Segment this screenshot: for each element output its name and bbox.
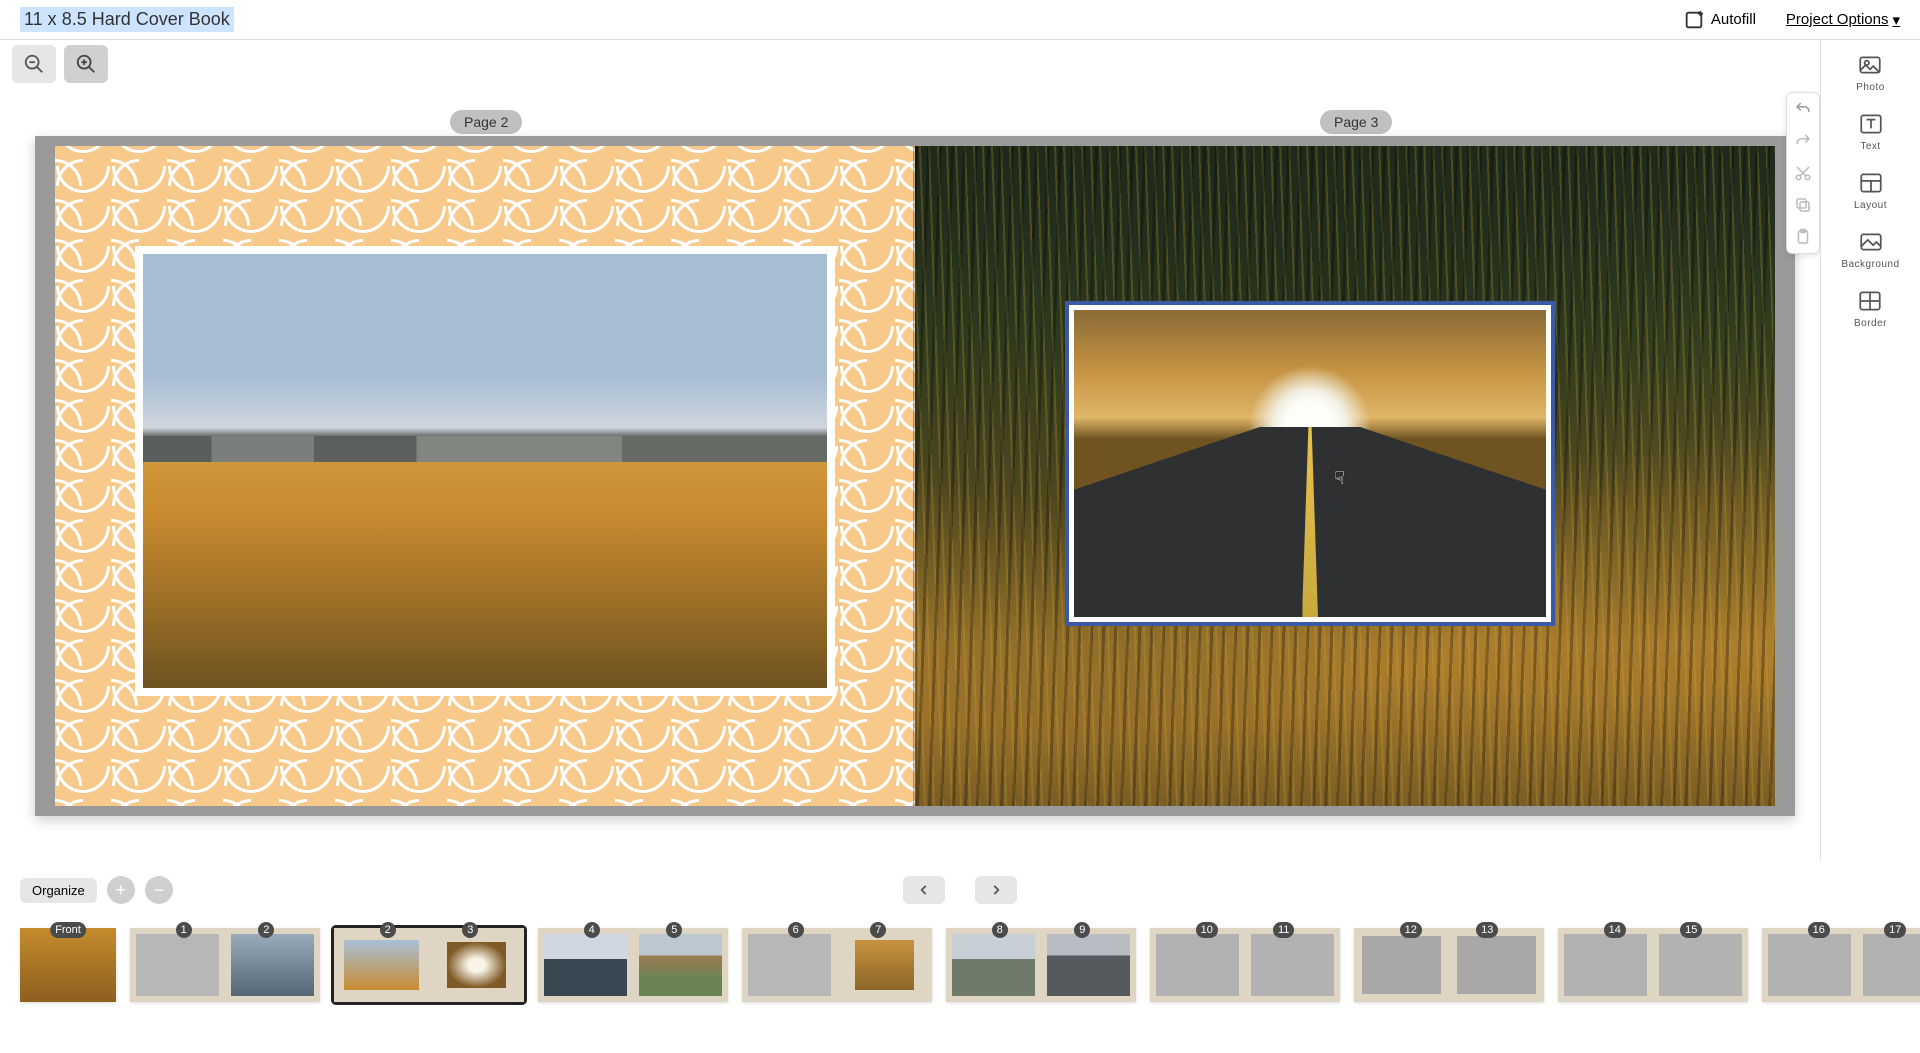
panel-text[interactable]: Text bbox=[1858, 111, 1884, 152]
page-label-left: Page 2 bbox=[450, 110, 522, 134]
thumbnail-badge-right: 11 bbox=[1273, 922, 1294, 938]
thumbnail-page-right bbox=[1245, 928, 1340, 1002]
thumbnail-front[interactable]: Front bbox=[20, 928, 116, 1002]
thumbnail-page-left bbox=[1354, 928, 1449, 1002]
right-panel: Photo Text Layout Background Border bbox=[1820, 40, 1920, 860]
book-spread: ☟ bbox=[35, 136, 1795, 816]
thumbnail-badge-left: 16 bbox=[1808, 922, 1830, 938]
left-photo-frame[interactable] bbox=[135, 246, 835, 696]
thumbnail-page-left bbox=[1150, 928, 1245, 1002]
chevron-down-icon: ▾ bbox=[1892, 11, 1900, 29]
left-photo[interactable] bbox=[143, 254, 827, 688]
autofill-label: Autofill bbox=[1711, 11, 1756, 28]
thumbnail-page-right bbox=[1857, 928, 1920, 1002]
right-photo-frame[interactable]: ☟ bbox=[1065, 301, 1555, 626]
undo-button[interactable] bbox=[1787, 93, 1819, 125]
thumbnail-page-right bbox=[633, 928, 728, 1002]
organize-button[interactable]: Organize bbox=[20, 878, 97, 903]
thumbnail-page-left bbox=[334, 928, 429, 1002]
page-left[interactable] bbox=[55, 146, 915, 806]
next-spread-button[interactable] bbox=[975, 876, 1017, 904]
panel-layout[interactable]: Layout bbox=[1854, 170, 1887, 211]
project-options-label: Project Options bbox=[1786, 11, 1889, 28]
page-label-right: Page 3 bbox=[1320, 110, 1392, 134]
thumbnail-page-left bbox=[1762, 928, 1857, 1002]
panel-border-label: Border bbox=[1854, 318, 1887, 329]
thumbnail-page-left bbox=[538, 928, 633, 1002]
panel-photo-label: Photo bbox=[1856, 82, 1885, 93]
thumbnail-page-right bbox=[837, 928, 932, 1002]
thumbnail-badge-left: 14 bbox=[1604, 922, 1626, 938]
cursor-icon: ☟ bbox=[1334, 468, 1345, 489]
thumbnail-spread[interactable]: 67 bbox=[742, 928, 932, 1002]
thumbnail-badge-left: 8 bbox=[992, 922, 1008, 938]
add-page-button[interactable]: + bbox=[107, 876, 135, 904]
thumbnail-badge: Front bbox=[50, 922, 86, 938]
edit-tools-floating bbox=[1786, 92, 1820, 254]
panel-background-label: Background bbox=[1841, 259, 1899, 270]
zoom-out-button[interactable] bbox=[12, 45, 56, 83]
prev-spread-button[interactable] bbox=[903, 876, 945, 904]
thumbnail-badge-left: 6 bbox=[788, 922, 804, 938]
thumbnail-page-left bbox=[130, 928, 225, 1002]
thumbnail-page-left bbox=[742, 928, 837, 1002]
thumbnail-page-right bbox=[1653, 928, 1748, 1002]
thumbnail-page-right bbox=[225, 928, 320, 1002]
thumbnail-page-left bbox=[1558, 928, 1653, 1002]
project-options-dropdown[interactable]: Project Options ▾ bbox=[1786, 11, 1900, 29]
thumbnail-page-left bbox=[946, 928, 1041, 1002]
thumbnail-spread[interactable]: 45 bbox=[538, 928, 728, 1002]
panel-layout-label: Layout bbox=[1854, 200, 1887, 211]
autofill-button[interactable]: Autofill bbox=[1683, 9, 1756, 31]
thumbnail-spread[interactable]: 1617 bbox=[1762, 928, 1920, 1002]
thumbnail-badge-right: 17 bbox=[1884, 922, 1906, 938]
right-photo[interactable]: ☟ bbox=[1074, 310, 1546, 617]
bottom-toolbar: Organize + − bbox=[0, 870, 1920, 910]
thumbnail-page-right bbox=[1041, 928, 1136, 1002]
thumbnail-badge-left: 12 bbox=[1400, 922, 1422, 938]
thumbnail-badge-left: 1 bbox=[176, 922, 192, 938]
thumbnail-page-right bbox=[429, 928, 524, 1002]
thumbnail-spread[interactable]: 89 bbox=[946, 928, 1136, 1002]
thumbnail-badge-right: 15 bbox=[1680, 922, 1702, 938]
project-title[interactable]: 11 x 8.5 Hard Cover Book bbox=[20, 7, 234, 32]
thumbnail-spread[interactable]: 23 bbox=[334, 928, 524, 1002]
thumbnail-badge-left: 2 bbox=[380, 922, 396, 938]
panel-photo[interactable]: Photo bbox=[1856, 52, 1885, 93]
top-bar: 11 x 8.5 Hard Cover Book Autofill Projec… bbox=[0, 0, 1920, 40]
remove-page-button[interactable]: − bbox=[145, 876, 173, 904]
book-spine bbox=[913, 146, 917, 806]
thumbnail-badge-left: 4 bbox=[584, 922, 600, 938]
thumbnail-spread[interactable]: 12 bbox=[130, 928, 320, 1002]
zoom-toolbar bbox=[0, 40, 1920, 88]
thumbnail-spread[interactable]: 1011 bbox=[1150, 928, 1340, 1002]
thumbnail-strip[interactable]: Front12234567891011121314151617 bbox=[0, 915, 1920, 1015]
page-right[interactable]: ☟ bbox=[915, 146, 1775, 806]
canvas-area: Page 2 Page 3 ☟ bbox=[0, 88, 1820, 858]
thumbnail-spread[interactable]: 1213 bbox=[1354, 928, 1544, 1002]
paste-button[interactable] bbox=[1787, 221, 1819, 253]
thumbnail-badge-left: 10 bbox=[1196, 922, 1218, 938]
redo-button[interactable] bbox=[1787, 125, 1819, 157]
autofill-icon bbox=[1683, 9, 1705, 31]
cut-button[interactable] bbox=[1787, 157, 1819, 189]
thumbnail-page-right bbox=[1449, 928, 1544, 1002]
thumbnail-spread[interactable]: 1415 bbox=[1558, 928, 1748, 1002]
zoom-in-button[interactable] bbox=[64, 45, 108, 83]
panel-border[interactable]: Border bbox=[1854, 288, 1887, 329]
thumbnail-badge-right: 13 bbox=[1476, 922, 1498, 938]
copy-button[interactable] bbox=[1787, 189, 1819, 221]
panel-background[interactable]: Background bbox=[1841, 229, 1899, 270]
panel-text-label: Text bbox=[1860, 141, 1880, 152]
thumbnail-image bbox=[20, 928, 116, 1002]
